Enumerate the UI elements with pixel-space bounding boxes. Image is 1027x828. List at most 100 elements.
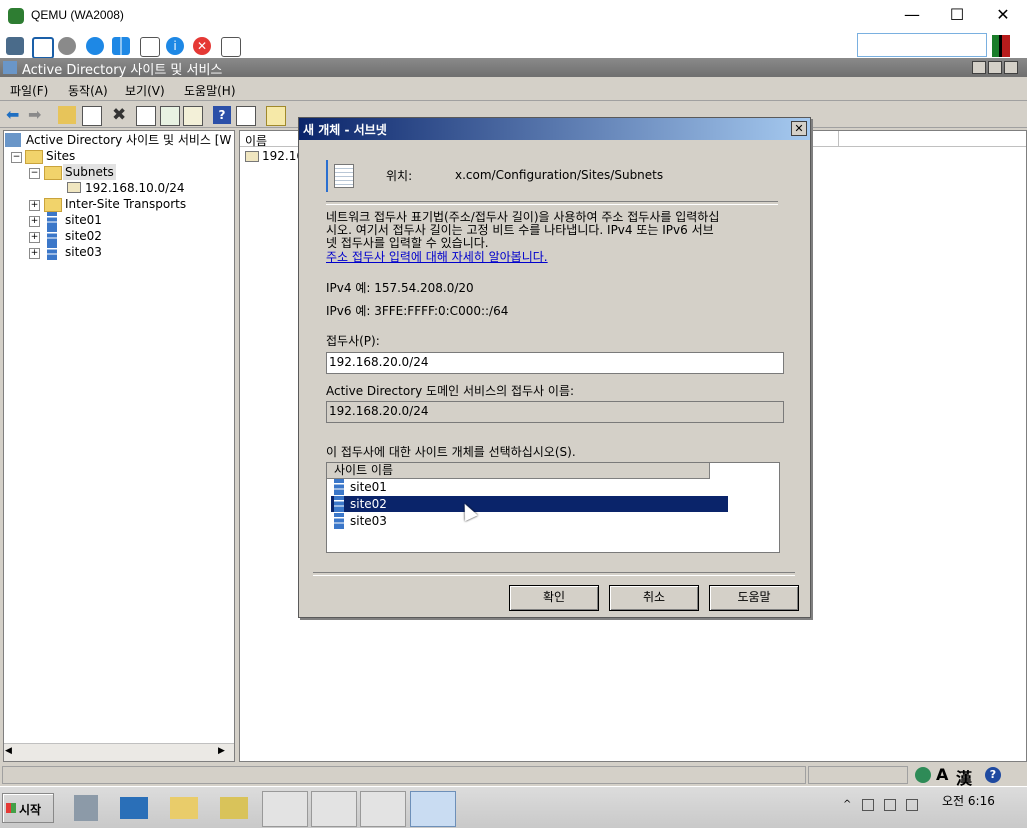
- status-panel: [808, 766, 908, 784]
- ipv6-example: IPv6 예: 3FFE:FFFF:0:C000::/64: [326, 304, 509, 318]
- taskbar-app-window[interactable]: [311, 791, 357, 827]
- site-list-item-selected[interactable]: site02: [331, 496, 728, 512]
- ad-sites-root-icon: [5, 133, 21, 147]
- ok-button[interactable]: 확인: [509, 585, 599, 611]
- help-icon[interactable]: ?: [213, 106, 231, 124]
- delete-icon[interactable]: ✖: [112, 106, 130, 124]
- site-list[interactable]: 사이트 이름 site01 site02 site03: [326, 462, 780, 553]
- close-button[interactable]: ✕: [980, 0, 1026, 32]
- mmc-restore-button[interactable]: [988, 61, 1002, 74]
- help-button[interactable]: 도움말: [709, 585, 799, 611]
- site-name: site01: [350, 480, 387, 494]
- tree-item-site01[interactable]: site01: [65, 212, 102, 228]
- taskbar-app-notepad[interactable]: [262, 791, 308, 827]
- location-label: 위치:: [386, 169, 413, 183]
- volume-icon[interactable]: [906, 799, 918, 811]
- info-icon[interactable]: i: [166, 37, 184, 55]
- new-subnet-dialog: 새 개체 - 서브넷 ✕ 위치: x.com/Configuration/Sit…: [298, 117, 811, 618]
- tree-item-site02[interactable]: site02: [65, 228, 102, 244]
- taskbar-app-window[interactable]: [360, 791, 406, 827]
- scroll-left-icon[interactable]: ◀: [5, 746, 17, 758]
- refresh-icon[interactable]: [86, 37, 104, 55]
- column-name-header[interactable]: 이름: [245, 132, 267, 149]
- ad-prefix-field: 192.168.20.0/24: [326, 401, 784, 423]
- document-icon[interactable]: [140, 37, 160, 57]
- tools-icon[interactable]: [220, 797, 248, 819]
- collapse-subnets-icon[interactable]: −: [29, 168, 40, 179]
- prefix-input[interactable]: 192.168.20.0/24: [326, 352, 784, 374]
- cancel-button[interactable]: 취소: [609, 585, 699, 611]
- status-panel: [2, 766, 806, 784]
- forward-arrow-icon[interactable]: ➡: [28, 106, 46, 124]
- mmc-close-button[interactable]: [1004, 61, 1018, 74]
- ime-mode[interactable]: A: [936, 765, 948, 784]
- site-icon: [47, 228, 57, 244]
- server-manager-icon[interactable]: [74, 795, 98, 821]
- export-list-icon[interactable]: [183, 106, 203, 126]
- fullscreen-icon[interactable]: [32, 37, 54, 59]
- mmc-title-bar: Active Directory 사이트 및 서비스: [0, 58, 1027, 78]
- ime-hanja[interactable]: 漢: [956, 765, 972, 789]
- subnet-object-icon: [326, 160, 356, 192]
- screenshot-icon[interactable]: [221, 37, 241, 57]
- menu-view[interactable]: 보기(V): [125, 82, 165, 99]
- dialog-close-button[interactable]: ✕: [791, 121, 807, 136]
- menu-file[interactable]: 파일(F): [10, 82, 48, 99]
- show-hidden-icons-icon[interactable]: ^: [843, 799, 851, 810]
- collapse-sites-icon[interactable]: −: [11, 152, 22, 163]
- windows-icon[interactable]: [112, 37, 130, 55]
- menu-action[interactable]: 동작(A): [68, 82, 108, 99]
- site-name-column-header[interactable]: 사이트 이름: [327, 463, 710, 479]
- status-bar: [0, 764, 1027, 786]
- tree-item-sites[interactable]: Sites: [46, 148, 75, 164]
- host-window-title: QEMU (WA2008): [31, 8, 124, 22]
- folder-icon: [44, 198, 62, 212]
- menu-bar: 파일(F) 동작(A) 보기(V) 도움말(H): [0, 77, 1027, 101]
- refresh-icon[interactable]: [160, 106, 180, 126]
- clock-time[interactable]: 오전 6:16: [942, 792, 995, 809]
- subnet-icon: [245, 151, 259, 162]
- expand-site02-icon[interactable]: +: [29, 232, 40, 243]
- network-icon[interactable]: [6, 37, 24, 55]
- description-text: 네트워크 접두사 표기법(주소/접두사 길이)을 사용하여 주소 접두사를 입력…: [326, 210, 720, 250]
- site-name: site02: [350, 497, 387, 511]
- explorer-icon[interactable]: [170, 797, 198, 819]
- tree-item-site03[interactable]: site03: [65, 244, 102, 260]
- expand-inter-site-icon[interactable]: +: [29, 200, 40, 211]
- menu-help[interactable]: 도움말(H): [184, 82, 236, 99]
- site-list-item[interactable]: site01: [331, 479, 387, 495]
- expand-site03-icon[interactable]: +: [29, 248, 40, 259]
- dialog-title: 새 개체 - 서브넷: [303, 123, 387, 137]
- site-icon: [334, 513, 344, 529]
- show-tree-icon[interactable]: [82, 106, 102, 126]
- site-list-item[interactable]: site03: [331, 513, 387, 529]
- host-search-input[interactable]: [857, 33, 987, 57]
- expand-site01-icon[interactable]: +: [29, 216, 40, 227]
- up-folder-icon[interactable]: [58, 106, 76, 124]
- stop-icon[interactable]: ✕: [193, 37, 211, 55]
- tree-item-subnets[interactable]: Subnets: [63, 164, 116, 180]
- ime-tool-icon[interactable]: [915, 767, 931, 783]
- flag-icon[interactable]: [862, 799, 874, 811]
- network-tray-icon[interactable]: [884, 799, 896, 811]
- minimize-button[interactable]: —: [889, 0, 935, 32]
- tree-horizontal-scrollbar[interactable]: ◀ ▶: [4, 743, 234, 761]
- folder-icon: [44, 166, 62, 180]
- start-button[interactable]: 시작: [2, 793, 54, 823]
- learn-more-link[interactable]: 주소 접두사 입력에 대해 자세히 알아봅니다.: [326, 248, 548, 265]
- ime-help-icon[interactable]: ?: [985, 767, 1001, 783]
- new-subnet-icon[interactable]: [266, 106, 286, 126]
- back-arrow-icon[interactable]: ⬅: [6, 106, 24, 124]
- tree-item-subnet[interactable]: 192.168.10.0/24: [85, 180, 184, 196]
- properties-icon[interactable]: [136, 106, 156, 126]
- tree-root[interactable]: Active Directory 사이트 및 서비스 [W: [26, 132, 231, 148]
- mmc-minimize-button[interactable]: [972, 61, 986, 74]
- tree-pane: Active Directory 사이트 및 서비스 [W − Sites − …: [3, 130, 235, 762]
- taskbar-app-ad-sites[interactable]: [410, 791, 456, 827]
- action-pane-icon[interactable]: [236, 106, 256, 126]
- tree-item-inter-site-transports[interactable]: Inter-Site Transports: [65, 196, 186, 212]
- scroll-right-icon[interactable]: ▶: [218, 746, 230, 758]
- settings-icon[interactable]: [58, 37, 76, 55]
- maximize-button[interactable]: ☐: [934, 0, 980, 32]
- powershell-icon[interactable]: [120, 797, 148, 819]
